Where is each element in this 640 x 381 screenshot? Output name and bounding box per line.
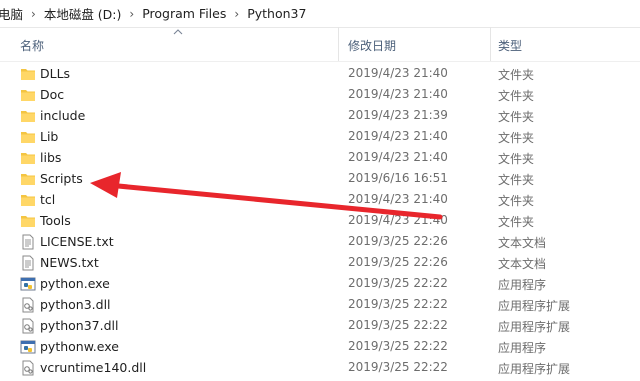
breadcrumb-item-computer[interactable]: 电脑 xyxy=(0,4,23,23)
file-modified-date: 2019/4/23 21:40 xyxy=(348,87,448,101)
text-file-icon xyxy=(22,255,34,271)
breadcrumb-separator-icon[interactable]: › xyxy=(129,7,134,21)
file-modified-date: 2019/3/25 22:26 xyxy=(348,255,448,269)
file-type: 应用程序 xyxy=(498,278,547,292)
file-row[interactable]: DLLs 2019/4/23 21:40 文件夹 xyxy=(0,63,640,84)
file-type: 应用程序扩展 xyxy=(498,299,571,313)
file-row[interactable]: tcl 2019/4/23 21:40 文件夹 xyxy=(0,189,640,210)
file-type: 文件夹 xyxy=(498,194,535,208)
breadcrumb-item-program-files[interactable]: Program Files xyxy=(142,6,226,21)
file-name: Tools xyxy=(40,213,71,228)
dll-file-icon xyxy=(22,318,34,334)
file-type: 文件夹 xyxy=(498,131,535,145)
file-list: DLLs 2019/4/23 21:40 文件夹 Doc 2019/4/23 2… xyxy=(0,63,640,378)
file-name: libs xyxy=(40,150,62,165)
file-modified-date: 2019/4/23 21:39 xyxy=(348,108,448,122)
file-name: Lib xyxy=(40,129,59,144)
file-modified-date: 2019/6/16 16:51 xyxy=(348,171,448,185)
folder-icon xyxy=(21,216,35,227)
file-row[interactable]: NEWS.txt 2019/3/25 22:26 文本文档 xyxy=(0,252,640,273)
file-type: 应用程序 xyxy=(498,341,547,355)
file-type: 应用程序扩展 xyxy=(498,320,571,334)
file-name: pythonw.exe xyxy=(40,339,119,354)
file-name: DLLs xyxy=(40,66,71,81)
file-row[interactable]: include 2019/4/23 21:39 文件夹 xyxy=(0,105,640,126)
folder-icon xyxy=(21,111,35,122)
file-row[interactable]: LICENSE.txt 2019/3/25 22:26 文本文档 xyxy=(0,231,640,252)
dll-file-icon xyxy=(22,360,34,376)
file-row[interactable]: pythonw.exe 2019/3/25 22:22 应用程序 xyxy=(0,336,640,357)
file-modified-date: 2019/4/23 21:40 xyxy=(348,213,448,227)
file-name: tcl xyxy=(40,192,56,207)
file-row[interactable]: libs 2019/4/23 21:40 文件夹 xyxy=(0,147,640,168)
file-type: 应用程序扩展 xyxy=(498,362,571,376)
file-modified-date: 2019/3/25 22:22 xyxy=(348,276,448,290)
file-name: vcruntime140.dll xyxy=(40,360,147,375)
file-row[interactable]: python.exe 2019/3/25 22:22 应用程序 xyxy=(0,273,640,294)
file-row[interactable]: python37.dll 2019/3/25 22:22 应用程序扩展 xyxy=(0,315,640,336)
file-type: 文件夹 xyxy=(498,215,535,229)
file-modified-date: 2019/3/25 22:26 xyxy=(348,234,448,248)
file-modified-date: 2019/3/25 22:22 xyxy=(348,318,448,332)
column-divider[interactable] xyxy=(490,27,491,61)
folder-icon xyxy=(21,90,35,101)
folder-icon xyxy=(21,174,35,185)
file-type: 文本文档 xyxy=(498,257,547,271)
file-row[interactable]: Scripts 2019/6/16 16:51 文件夹 xyxy=(0,168,640,189)
python-exe-icon xyxy=(20,277,36,291)
file-type: 文件夹 xyxy=(498,110,535,124)
file-modified-date: 2019/4/23 21:40 xyxy=(348,192,448,206)
file-type: 文件夹 xyxy=(498,173,535,187)
breadcrumb-item-python37[interactable]: Python37 xyxy=(247,6,306,21)
file-name: include xyxy=(40,108,86,123)
file-modified-date: 2019/4/23 21:40 xyxy=(348,66,448,80)
column-header-name[interactable]: 名称 xyxy=(20,37,44,54)
sort-ascending-icon xyxy=(173,29,183,35)
file-modified-date: 2019/3/25 22:22 xyxy=(348,339,448,353)
file-type: 文件夹 xyxy=(498,68,535,82)
file-row[interactable]: vcruntime140.dll 2019/3/25 22:22 应用程序扩展 xyxy=(0,357,640,378)
column-divider[interactable] xyxy=(338,27,339,61)
file-name: python3.dll xyxy=(40,297,111,312)
file-modified-date: 2019/4/23 21:40 xyxy=(348,129,448,143)
folder-icon xyxy=(21,69,35,80)
column-header-row: 名称 修改日期 类型 xyxy=(0,27,640,62)
file-type: 文本文档 xyxy=(498,236,547,250)
breadcrumb-separator-icon[interactable]: › xyxy=(234,7,239,21)
breadcrumb-separator-icon[interactable]: › xyxy=(31,7,36,21)
column-header-modified[interactable]: 修改日期 xyxy=(348,37,396,54)
file-name: Doc xyxy=(40,87,65,102)
file-type: 文件夹 xyxy=(498,152,535,166)
folder-icon xyxy=(21,153,35,164)
file-row[interactable]: Lib 2019/4/23 21:40 文件夹 xyxy=(0,126,640,147)
file-row[interactable]: Tools 2019/4/23 21:40 文件夹 xyxy=(0,210,640,231)
python-exe-icon xyxy=(20,340,36,354)
file-explorer-window: 电脑 › 本地磁盘 (D:) › Program Files › Python3… xyxy=(0,0,640,381)
file-modified-date: 2019/4/23 21:40 xyxy=(348,150,448,164)
file-name: python.exe xyxy=(40,276,110,291)
folder-icon xyxy=(21,195,35,206)
breadcrumb[interactable]: 电脑 › 本地磁盘 (D:) › Program Files › Python3… xyxy=(0,0,640,28)
file-name: LICENSE.txt xyxy=(40,234,114,249)
file-row[interactable]: Doc 2019/4/23 21:40 文件夹 xyxy=(0,84,640,105)
file-modified-date: 2019/3/25 22:22 xyxy=(348,297,448,311)
breadcrumb-item-drive-d[interactable]: 本地磁盘 (D:) xyxy=(44,4,122,23)
column-header-type[interactable]: 类型 xyxy=(498,37,522,54)
file-modified-date: 2019/3/25 22:22 xyxy=(348,360,448,374)
text-file-icon xyxy=(22,234,34,250)
file-name: python37.dll xyxy=(40,318,119,333)
file-name: Scripts xyxy=(40,171,83,186)
dll-file-icon xyxy=(22,297,34,313)
folder-icon xyxy=(21,132,35,143)
file-type: 文件夹 xyxy=(498,89,535,103)
file-name: NEWS.txt xyxy=(40,255,99,270)
file-row[interactable]: python3.dll 2019/3/25 22:22 应用程序扩展 xyxy=(0,294,640,315)
